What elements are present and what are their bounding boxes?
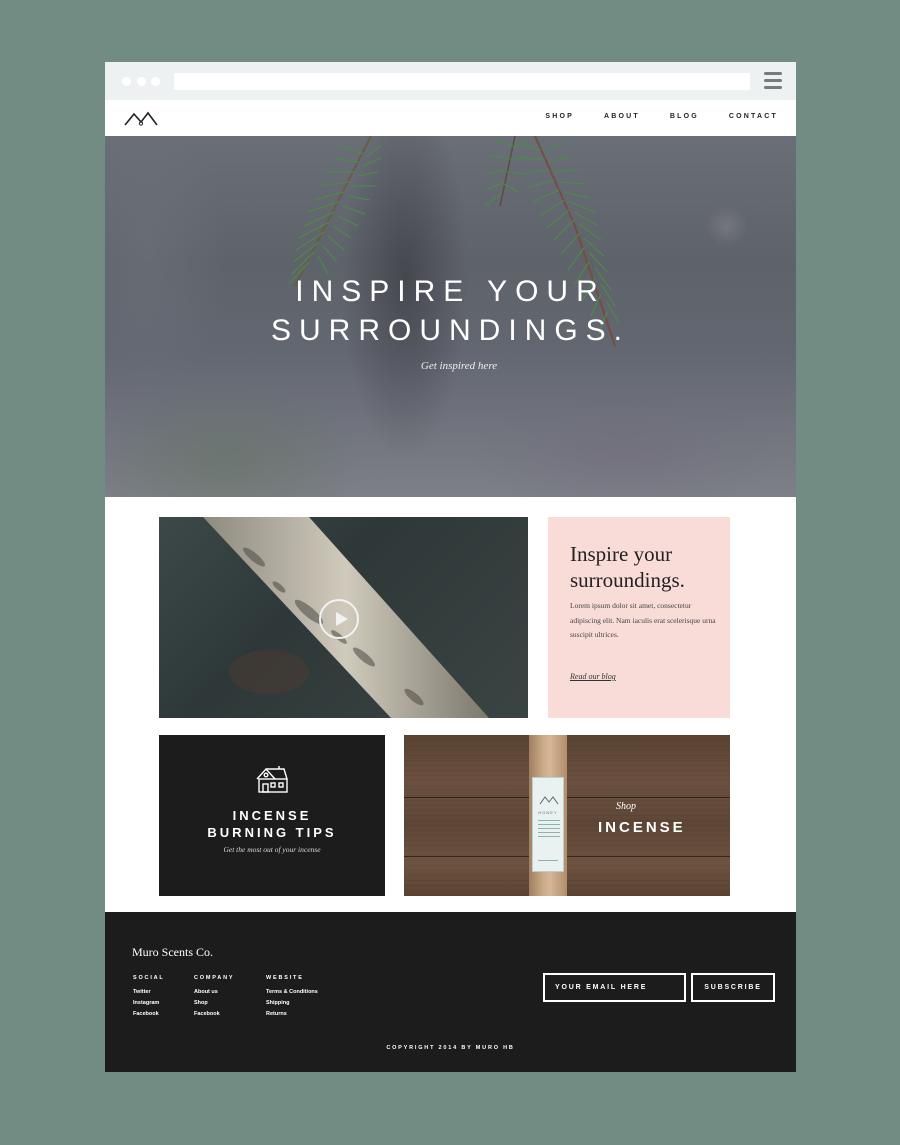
nav-links: SHOP ABOUT BLOG CONTACT xyxy=(545,113,778,120)
window-dot-minimize[interactable] xyxy=(137,77,146,86)
tips-card-subtitle: Get the most out of your incense xyxy=(223,845,321,854)
footer-link-returns[interactable]: Returns xyxy=(266,1009,318,1020)
footer-link-facebook[interactable]: Facebook xyxy=(133,1009,165,1020)
hero-title: INSPIRE YOUR SURROUNDINGS. xyxy=(105,272,796,350)
footer-heading-company: COMPANY xyxy=(194,975,235,981)
window-dot-maximize[interactable] xyxy=(151,77,160,86)
footer-link-twitter[interactable]: Twitter xyxy=(133,987,165,998)
window-dot-close[interactable] xyxy=(122,77,131,86)
blog-promo-card: Inspire your surroundings. Lorem ipsum d… xyxy=(548,517,730,718)
hero-subtitle-link[interactable]: Get inspired here xyxy=(105,360,796,372)
footer-column-website: WEBSITE Terms & Conditions Shipping Retu… xyxy=(266,975,318,1020)
blog-card-title: Inspire your surroundings. xyxy=(570,542,685,592)
footer-link-facebook-company[interactable]: Facebook xyxy=(194,1009,234,1020)
browser-window: SHOP ABOUT BLOG CONTACT INSPIRE YOUR SUR… xyxy=(105,62,796,1072)
footer-link-shipping[interactable]: Shipping xyxy=(266,998,318,1009)
footer-column-social: SOCIAL Twitter Instagram Facebook xyxy=(133,975,165,1020)
hero-title-line1: INSPIRE YOUR xyxy=(295,275,606,308)
shop-incense-card[interactable]: HONEY Shop INCENSE xyxy=(404,735,730,896)
product-label-name: HONEY xyxy=(538,810,558,815)
nav-link-about[interactable]: ABOUT xyxy=(604,113,640,120)
shop-card-kicker: Shop xyxy=(616,801,636,812)
footer-copyright: COPYRIGHT 2014 BY MURO HB xyxy=(386,1045,515,1051)
site-nav: SHOP ABOUT BLOG CONTACT xyxy=(105,100,796,136)
footer-heading-website: WEBSITE xyxy=(266,975,304,981)
footer-link-instagram[interactable]: Instagram xyxy=(133,998,165,1009)
blog-card-body: Lorem ipsum dolor sit amet, consectetur … xyxy=(570,601,716,639)
subscribe-button[interactable]: SUBSCRIBE xyxy=(691,973,775,1002)
read-blog-link[interactable]: Read our blog xyxy=(570,672,616,681)
hamburger-menu-icon[interactable] xyxy=(764,72,782,90)
wood-plank-seam xyxy=(404,797,730,798)
footer-link-about-us[interactable]: About us xyxy=(194,987,234,998)
product-label: HONEY xyxy=(532,777,564,872)
label-logo-icon xyxy=(539,792,559,810)
shop-card-title: INCENSE xyxy=(598,819,686,836)
nav-link-shop[interactable]: SHOP xyxy=(545,113,574,120)
site-footer: Muro Scents Co. SOCIAL Twitter Instagram… xyxy=(105,912,796,1072)
nav-link-blog[interactable]: BLOG xyxy=(670,113,699,120)
hero-banner: INSPIRE YOUR SURROUNDINGS. Get inspired … xyxy=(105,136,796,497)
mountain-logo-icon[interactable] xyxy=(124,110,158,131)
play-icon[interactable] xyxy=(319,599,359,639)
footer-column-company: COMPANY About us Shop Facebook xyxy=(194,975,234,1020)
address-bar[interactable] xyxy=(174,73,750,90)
tips-title-line1: INCENSE xyxy=(232,808,312,823)
tips-card-title: INCENSE BURNING TIPS xyxy=(159,807,385,841)
wood-plank-seam xyxy=(404,856,730,857)
footer-heading-social: SOCIAL xyxy=(133,975,165,981)
browser-chrome xyxy=(105,62,796,100)
house-icon xyxy=(255,766,289,799)
footer-brand: Muro Scents Co. xyxy=(132,945,213,959)
tips-title-line2: BURNING TIPS xyxy=(207,825,337,840)
nav-link-contact[interactable]: CONTACT xyxy=(729,113,778,120)
footer-link-terms[interactable]: Terms & Conditions xyxy=(266,987,318,998)
video-tile[interactable] xyxy=(159,517,528,718)
footer-link-shop[interactable]: Shop xyxy=(194,998,234,1009)
newsletter-email-input[interactable] xyxy=(543,973,686,1002)
incense-tips-card[interactable]: INCENSE BURNING TIPS Get the most out of… xyxy=(159,735,385,896)
hero-title-line2: SURROUNDINGS. xyxy=(270,314,630,347)
